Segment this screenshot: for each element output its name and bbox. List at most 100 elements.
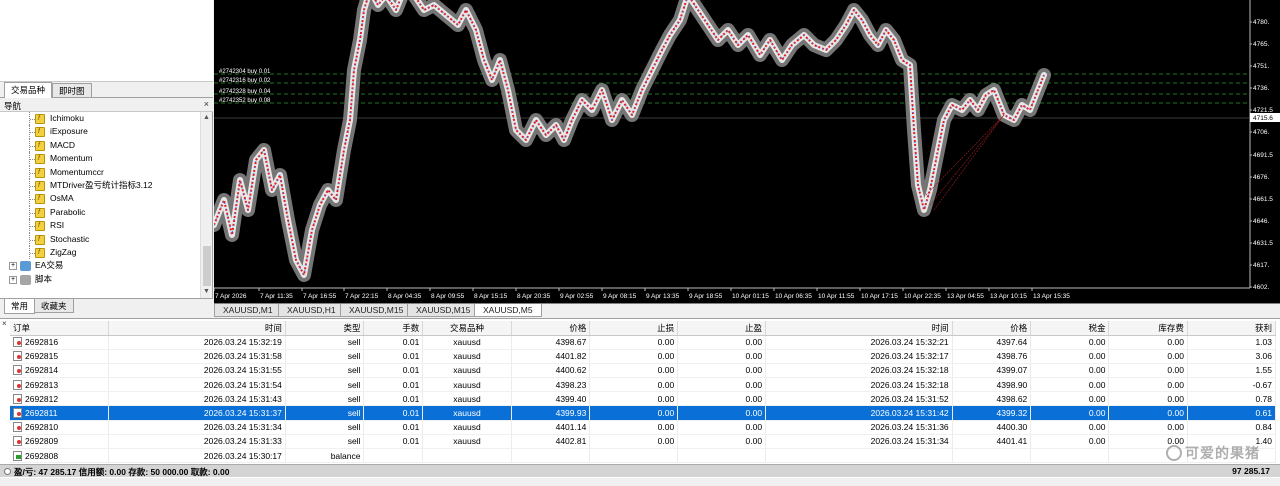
- table-cell: xauusd: [422, 363, 512, 379]
- indicator-item[interactable]: Stochastic: [0, 232, 200, 246]
- table-cell: 0.00: [1030, 335, 1110, 350]
- indicator-item[interactable]: MTDriver盈亏统计指标3.12: [0, 178, 200, 192]
- table-cell: 4399.40: [511, 391, 591, 407]
- chart-tab[interactable]: XAUUSD,M1: [214, 304, 282, 317]
- indicator-item[interactable]: RSI: [0, 219, 200, 233]
- table-row[interactable]: 2692811 2026.03.24 15:31:37 sell 0.01 xauusd…: [10, 405, 1277, 421]
- indicator-item[interactable]: ZigZag: [0, 245, 200, 259]
- chart-tab[interactable]: XAUUSD,M5: [474, 304, 542, 317]
- table-row[interactable]: 2692815 2026.03.24 15:31:58 sell 0.01 xauusd…: [10, 349, 1277, 364]
- table-cell: 2026.03.24 15:32:17: [765, 349, 953, 364]
- table-cell: 2026.03.24 15:30:17: [108, 448, 286, 464]
- navigator-title: 导航: [4, 101, 22, 111]
- table-cell: 2692811: [10, 405, 109, 421]
- column-header[interactable]: 止盈: [677, 321, 767, 336]
- table-row[interactable]: 2692816 2026.03.24 15:32:19 sell 0.01 xauusd…: [10, 335, 1277, 350]
- balance-row[interactable]: 2692808 2026.03.24 15:30:17 balance: [10, 448, 1277, 464]
- column-header[interactable]: 获利: [1187, 321, 1277, 336]
- indicator-label: Parabolic: [50, 206, 86, 217]
- table-cell: 0.01: [363, 434, 424, 450]
- table-cell: 0.00: [1030, 420, 1110, 435]
- time-tick-label: 10 Apr 22:35: [904, 293, 941, 300]
- scroll-up-icon[interactable]: ▲: [203, 114, 210, 121]
- indicator-item[interactable]: Momentum: [0, 152, 200, 166]
- column-header[interactable]: 税金: [1030, 321, 1110, 336]
- scroll-down-icon[interactable]: ▼: [203, 288, 210, 295]
- table-cell: 0.78: [1187, 391, 1277, 407]
- tab-favorites[interactable]: 收藏夹: [34, 299, 74, 313]
- column-header[interactable]: 交易品种: [422, 321, 512, 336]
- table-cell: 0.00: [1030, 434, 1110, 450]
- price-tick-label: 4646.: [1253, 218, 1269, 225]
- indicator-label: iExposure: [50, 126, 88, 137]
- column-header[interactable]: 止损: [589, 321, 679, 336]
- indicator-item[interactable]: iExposure: [0, 125, 200, 139]
- table-cell: 4398.90: [952, 377, 1032, 393]
- column-header[interactable]: 手数: [363, 321, 424, 336]
- tab-symbols[interactable]: 交易品种: [4, 82, 53, 98]
- chart-tab[interactable]: XAUUSD,M15: [407, 304, 480, 317]
- price-chart[interactable]: 4780. 4765. 4751. 4736. 4721.5 4706. 4691.5 467…: [214, 0, 1280, 303]
- indicator-item[interactable]: Parabolic: [0, 205, 200, 219]
- table-cell: 2026.03.24 15:31:54: [108, 377, 286, 393]
- column-header[interactable]: 类型: [285, 321, 365, 336]
- table-cell: [765, 448, 953, 464]
- column-header[interactable]: 库存费: [1108, 321, 1188, 336]
- sell-order-icon: [13, 393, 22, 404]
- column-header[interactable]: 时间: [108, 321, 286, 336]
- group-icon: [20, 274, 31, 285]
- expand-icon[interactable]: +: [9, 262, 17, 271]
- table-cell: 0.00: [1108, 335, 1188, 350]
- indicator-icon: [35, 192, 45, 206]
- indicator-item[interactable]: MACD: [0, 138, 200, 152]
- column-header[interactable]: 价格: [511, 321, 591, 336]
- chart-tab[interactable]: XAUUSD,M15: [340, 304, 413, 317]
- order-id: 2692816: [25, 337, 59, 348]
- table-cell: 2026.03.24 15:31:58: [108, 349, 286, 364]
- column-header[interactable]: 订单: [10, 321, 109, 336]
- indicator-icon: [35, 152, 45, 166]
- indicator-icon: [35, 139, 45, 152]
- navigator-panel: 交易品种 即时图 导航 × Ichimoku iExposure MACD Momen…: [0, 0, 213, 314]
- indicator-item[interactable]: Momentumccr: [0, 165, 200, 179]
- expand-icon[interactable]: +: [9, 275, 17, 284]
- table-row[interactable]: 2692814 2026.03.24 15:31:55 sell 0.01 xauusd…: [10, 363, 1277, 379]
- scrollbar-thumb[interactable]: [203, 246, 211, 286]
- order-label: #2742316 buy 0.02: [219, 78, 271, 84]
- group-label: EA交易: [35, 260, 64, 271]
- time-tick-label: 9 Apr 08:15: [603, 293, 637, 300]
- indicator-label: Momentumccr: [50, 166, 104, 177]
- tab-common[interactable]: 常用: [4, 299, 36, 314]
- table-cell: 0.00: [1108, 405, 1188, 421]
- column-header[interactable]: 时间: [765, 321, 953, 336]
- table-cell: 0.00: [589, 363, 679, 379]
- table-cell: [511, 448, 591, 464]
- indicator-item[interactable]: Ichimoku: [0, 112, 200, 125]
- indicator-item[interactable]: OsMA: [0, 192, 200, 206]
- navigator-group[interactable]: + EA交易: [0, 259, 200, 272]
- price-tick-label: 4706.: [1253, 129, 1269, 136]
- table-cell: 1.55: [1187, 363, 1277, 379]
- navigator-group[interactable]: + 脚本: [0, 273, 200, 286]
- chart-tab[interactable]: XAUUSD,H1: [278, 304, 345, 317]
- table-row[interactable]: 2692810 2026.03.24 15:31:34 sell 0.01 xauusd…: [10, 420, 1277, 435]
- table-cell: 0.00: [1108, 391, 1188, 407]
- close-icon[interactable]: ×: [204, 99, 209, 109]
- table-row[interactable]: 2692812 2026.03.24 15:31:43 sell 0.01 xauusd…: [10, 391, 1277, 407]
- order-id: 2692815: [25, 351, 59, 362]
- indicator-icon: [35, 219, 45, 233]
- price-tick-label: 4691.5: [1253, 152, 1273, 159]
- tab-tick-chart[interactable]: 即时图: [52, 83, 92, 97]
- close-terminal-icon[interactable]: ×: [2, 319, 7, 328]
- table-row[interactable]: 2692813 2026.03.24 15:31:54 sell 0.01 xauusd…: [10, 377, 1277, 393]
- order-id: 2692810: [25, 422, 59, 433]
- table-cell: 2026.03.24 15:31:37: [108, 405, 286, 421]
- column-header[interactable]: 价格: [952, 321, 1032, 336]
- indicator-icon: [35, 125, 45, 139]
- order-id: 2692808: [25, 450, 59, 461]
- table-row[interactable]: 2692809 2026.03.24 15:31:33 sell 0.01 xauusd…: [10, 434, 1277, 450]
- table-cell: 0.00: [1108, 363, 1188, 379]
- navigator-scrollbar[interactable]: ▲ ▼: [200, 112, 212, 298]
- table-cell: [1030, 448, 1110, 464]
- watermark-logo-icon: [1166, 445, 1182, 461]
